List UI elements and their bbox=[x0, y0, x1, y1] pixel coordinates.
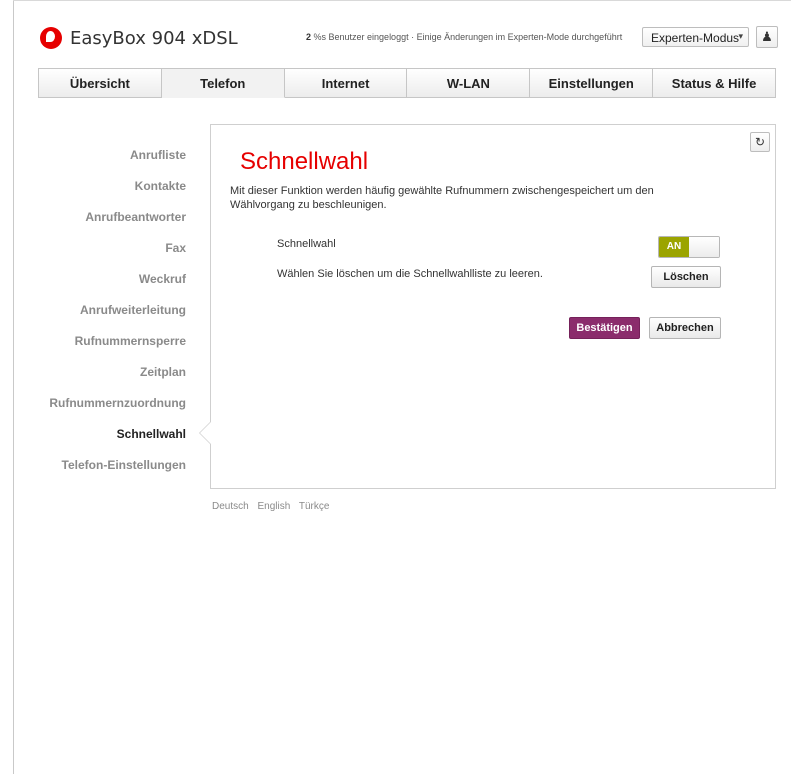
tab-internet[interactable]: Internet bbox=[284, 68, 408, 98]
user-icon: ♟ bbox=[761, 29, 773, 44]
vodafone-logo-icon bbox=[40, 27, 62, 49]
schnellwahl-toggle[interactable]: AN bbox=[658, 236, 720, 258]
sidebar-item-anrufbeantworter[interactable]: Anrufbeantworter bbox=[14, 202, 186, 233]
tab-status-hilfe[interactable]: Status & Hilfe bbox=[653, 68, 776, 98]
content-panel bbox=[210, 124, 776, 489]
sidebar-item-weckruf[interactable]: Weckruf bbox=[14, 264, 186, 295]
toggle-on-label: AN bbox=[659, 237, 689, 257]
mode-select[interactable]: Experten-Modus ▾ bbox=[642, 27, 749, 47]
language-link-tuerkce[interactable]: Türkçe bbox=[299, 501, 330, 512]
sidebar-item-fax[interactable]: Fax bbox=[14, 233, 186, 264]
sidebar-item-schnellwahl[interactable]: Schnellwahl bbox=[14, 419, 186, 450]
language-links: Deutsch English Türkçe bbox=[212, 501, 335, 512]
user-button[interactable]: ♟ bbox=[756, 26, 778, 48]
sidebar-item-kontakte[interactable]: Kontakte bbox=[14, 171, 186, 202]
refresh-button[interactable]: ↻ bbox=[750, 132, 770, 152]
sidebar-item-telefon-einstellungen[interactable]: Telefon-Einstellungen bbox=[14, 450, 186, 481]
sidebar-nav: Anrufliste Kontakte Anrufbeantworter Fax… bbox=[14, 140, 186, 481]
login-status: 2 %s Benutzer eingeloggt · Einige Änderu… bbox=[306, 32, 622, 42]
toggle-knob bbox=[689, 237, 719, 257]
mode-select-value: Experten-Modus bbox=[651, 31, 740, 45]
sidebar-item-zeitplan[interactable]: Zeitplan bbox=[14, 357, 186, 388]
tab-uebersicht[interactable]: Übersicht bbox=[38, 68, 162, 98]
language-link-english[interactable]: English bbox=[257, 501, 290, 512]
refresh-icon: ↻ bbox=[754, 135, 766, 149]
chevron-down-icon: ▾ bbox=[738, 31, 743, 41]
schnellwahl-toggle-label: Schnellwahl bbox=[277, 238, 336, 250]
window-top-border bbox=[13, 0, 791, 1]
sidebar-item-anrufliste[interactable]: Anrufliste bbox=[14, 140, 186, 171]
page-title: Schnellwahl bbox=[240, 148, 369, 175]
main-tabs: Übersicht Telefon Internet W-LAN Einstel… bbox=[38, 68, 776, 98]
sidebar-item-rufnummernzuordnung[interactable]: Rufnummernzuordnung bbox=[14, 388, 186, 419]
cancel-button[interactable]: Abbrechen bbox=[649, 317, 721, 339]
tab-wlan[interactable]: W-LAN bbox=[407, 68, 531, 98]
panel-pointer bbox=[199, 421, 211, 445]
sidebar-item-anrufweiterleitung[interactable]: Anrufweiterleitung bbox=[14, 295, 186, 326]
page-description: Mit dieser Funktion werden häufig gewähl… bbox=[230, 185, 654, 211]
brand-title: EasyBox 904 xDSL bbox=[70, 28, 238, 49]
sidebar-item-rufnummernsperre[interactable]: Rufnummernsperre bbox=[14, 326, 186, 357]
login-status-text: %s Benutzer eingeloggt · Einige Änderung… bbox=[311, 32, 623, 42]
clear-list-label: Wählen Sie löschen um die Schnellwahllis… bbox=[277, 268, 543, 280]
confirm-button[interactable]: Bestätigen bbox=[569, 317, 640, 339]
language-link-deutsch[interactable]: Deutsch bbox=[212, 501, 249, 512]
clear-button[interactable]: Löschen bbox=[651, 266, 721, 288]
tab-einstellungen[interactable]: Einstellungen bbox=[530, 68, 654, 98]
tab-telefon[interactable]: Telefon bbox=[161, 68, 285, 98]
